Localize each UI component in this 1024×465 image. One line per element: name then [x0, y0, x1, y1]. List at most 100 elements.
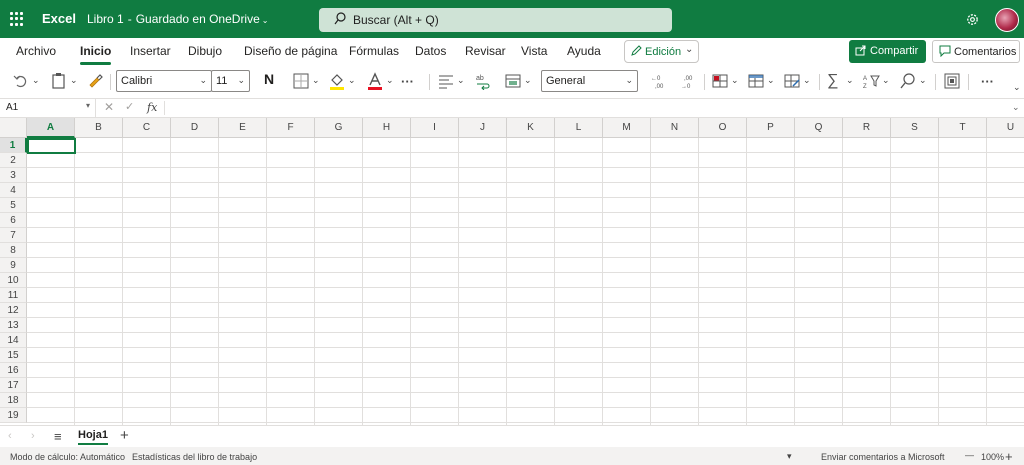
format-as-table-icon[interactable] — [747, 72, 765, 90]
fill-color-icon[interactable] — [328, 72, 346, 90]
row-header-3[interactable]: 3 — [0, 168, 27, 183]
share-button[interactable]: Compartir — [849, 40, 926, 63]
chevron-down-icon[interactable]: ⌄ — [457, 75, 465, 86]
autosum-icon[interactable]: ∑ — [827, 72, 845, 90]
column-header-j[interactable]: J — [459, 118, 507, 138]
chevron-down-icon[interactable]: ⌄ — [767, 75, 775, 86]
row-header-18[interactable]: 18 — [0, 393, 27, 408]
column-header-q[interactable]: Q — [795, 118, 843, 138]
font-color-icon[interactable] — [366, 72, 384, 90]
chevron-down-icon[interactable]: ⌄ — [846, 75, 854, 86]
align-left-icon[interactable] — [437, 72, 455, 90]
column-header-g[interactable]: G — [315, 118, 363, 138]
chevron-down-icon[interactable]: ▾ — [787, 451, 792, 462]
column-header-m[interactable]: M — [603, 118, 651, 138]
confirm-formula-icon[interactable]: ✓ — [125, 100, 134, 113]
tab-dibujo[interactable]: Dibujo — [188, 44, 222, 58]
formula-input[interactable] — [170, 102, 1000, 116]
column-header-t[interactable]: T — [939, 118, 987, 138]
settings-gear-icon[interactable] — [965, 12, 980, 27]
row-header-8[interactable]: 8 — [0, 243, 27, 258]
column-header-r[interactable]: R — [843, 118, 891, 138]
chevron-down-icon[interactable]: ⌄ — [803, 75, 811, 86]
add-sheet-button[interactable]: + — [120, 427, 129, 444]
chevron-down-icon[interactable]: ⌄ — [524, 75, 532, 86]
chevron-down-icon[interactable]: ⌄ — [348, 75, 356, 86]
zoom-level[interactable]: 100% — [981, 452, 1004, 462]
search-box[interactable]: Buscar (Alt + Q) — [319, 8, 672, 32]
row-header-2[interactable]: 2 — [0, 153, 27, 168]
chevron-down-icon[interactable]: ⌄ — [312, 75, 320, 86]
conditional-format-icon[interactable] — [711, 72, 729, 90]
column-header-l[interactable]: L — [555, 118, 603, 138]
cancel-formula-icon[interactable]: ✕ — [104, 100, 114, 114]
column-header-c[interactable]: C — [123, 118, 171, 138]
active-cell[interactable] — [27, 138, 76, 154]
tab-ayuda[interactable]: Ayuda — [567, 44, 601, 58]
tab-vista[interactable]: Vista — [521, 44, 547, 58]
sheet-tab[interactable]: Hoja1 — [78, 429, 108, 445]
app-launcher-icon[interactable] — [10, 12, 24, 26]
column-header-e[interactable]: E — [219, 118, 267, 138]
chevron-down-icon[interactable]: ⌄ — [1012, 102, 1020, 113]
column-header-u[interactable]: U — [987, 118, 1024, 138]
name-box[interactable]: A1 ▾ — [0, 99, 96, 117]
column-header-k[interactable]: K — [507, 118, 555, 138]
tab-diseno-de-pagina[interactable]: Diseño de página — [244, 44, 337, 58]
tab-archivo[interactable]: Archivo — [16, 44, 56, 58]
previous-sheet-icon[interactable]: ‹ — [8, 430, 12, 442]
all-sheets-menu-icon[interactable]: ≡ — [54, 429, 62, 444]
insert-function-button[interactable]: fx — [147, 101, 157, 114]
zoom-in-button[interactable]: + — [1005, 449, 1013, 464]
column-header-b[interactable]: B — [75, 118, 123, 138]
row-header-15[interactable]: 15 — [0, 348, 27, 363]
sort-filter-icon[interactable]: AZ — [862, 72, 880, 90]
cell-styles-icon[interactable] — [783, 72, 801, 90]
row-header-13[interactable]: 13 — [0, 318, 27, 333]
column-header-i[interactable]: I — [411, 118, 459, 138]
app-name[interactable]: Excel — [42, 11, 76, 26]
next-sheet-icon[interactable]: › — [31, 430, 35, 442]
increase-decimal-icon[interactable]: ←0,00 — [650, 72, 668, 90]
row-header-6[interactable]: 6 — [0, 213, 27, 228]
row-header-1[interactable]: 1 — [0, 138, 27, 153]
column-header-f[interactable]: F — [267, 118, 315, 138]
more-options-button[interactable]: ··· — [981, 74, 994, 96]
row-header-10[interactable]: 10 — [0, 273, 27, 288]
comments-button[interactable]: Comentarios — [932, 40, 1020, 63]
row-header-7[interactable]: 7 — [0, 228, 27, 243]
number-format-select[interactable]: General ⌄ — [541, 70, 638, 92]
wrap-text-icon[interactable]: ab — [474, 72, 492, 91]
decrease-decimal-icon[interactable]: ,00 →0 — [680, 72, 698, 90]
column-header-d[interactable]: D — [171, 118, 219, 138]
row-header-11[interactable]: 11 — [0, 288, 27, 303]
feedback-link[interactable]: Enviar comentarios a Microsoft — [821, 452, 945, 462]
analyze-data-icon[interactable] — [943, 72, 961, 90]
user-avatar[interactable] — [995, 8, 1019, 32]
row-header-17[interactable]: 17 — [0, 378, 27, 393]
row-header-12[interactable]: 12 — [0, 303, 27, 318]
tab-inicio[interactable]: Inicio — [80, 44, 112, 65]
column-header-h[interactable]: H — [363, 118, 411, 138]
find-icon[interactable] — [899, 72, 917, 90]
column-header-n[interactable]: N — [651, 118, 699, 138]
row-header-16[interactable]: 16 — [0, 363, 27, 378]
column-header-p[interactable]: P — [747, 118, 795, 138]
chevron-down-icon[interactable]: ⌄ — [731, 75, 739, 86]
cell-area[interactable] — [27, 138, 1024, 425]
borders-icon[interactable] — [292, 72, 310, 90]
document-title[interactable]: Libro 1- Guardado en OneDrive ⌄ — [87, 12, 268, 26]
select-all-corner[interactable] — [0, 118, 27, 138]
row-header-9[interactable]: 9 — [0, 258, 27, 273]
chevron-down-icon[interactable]: ⌄ — [386, 75, 394, 86]
chevron-down-icon[interactable]: ⌄ — [919, 75, 927, 86]
row-header-5[interactable]: 5 — [0, 198, 27, 213]
more-font-options-button[interactable]: ··· — [401, 74, 414, 96]
row-header-19[interactable]: 19 — [0, 408, 27, 423]
ribbon-expand-icon[interactable]: ⌄ — [1013, 82, 1021, 93]
column-header-s[interactable]: S — [891, 118, 939, 138]
tab-insertar[interactable]: Insertar — [130, 44, 171, 58]
workbook-statistics[interactable]: Estadísticas del libro de trabajo — [132, 452, 257, 462]
zoom-out-button[interactable]: — — [965, 450, 974, 460]
row-header-14[interactable]: 14 — [0, 333, 27, 348]
